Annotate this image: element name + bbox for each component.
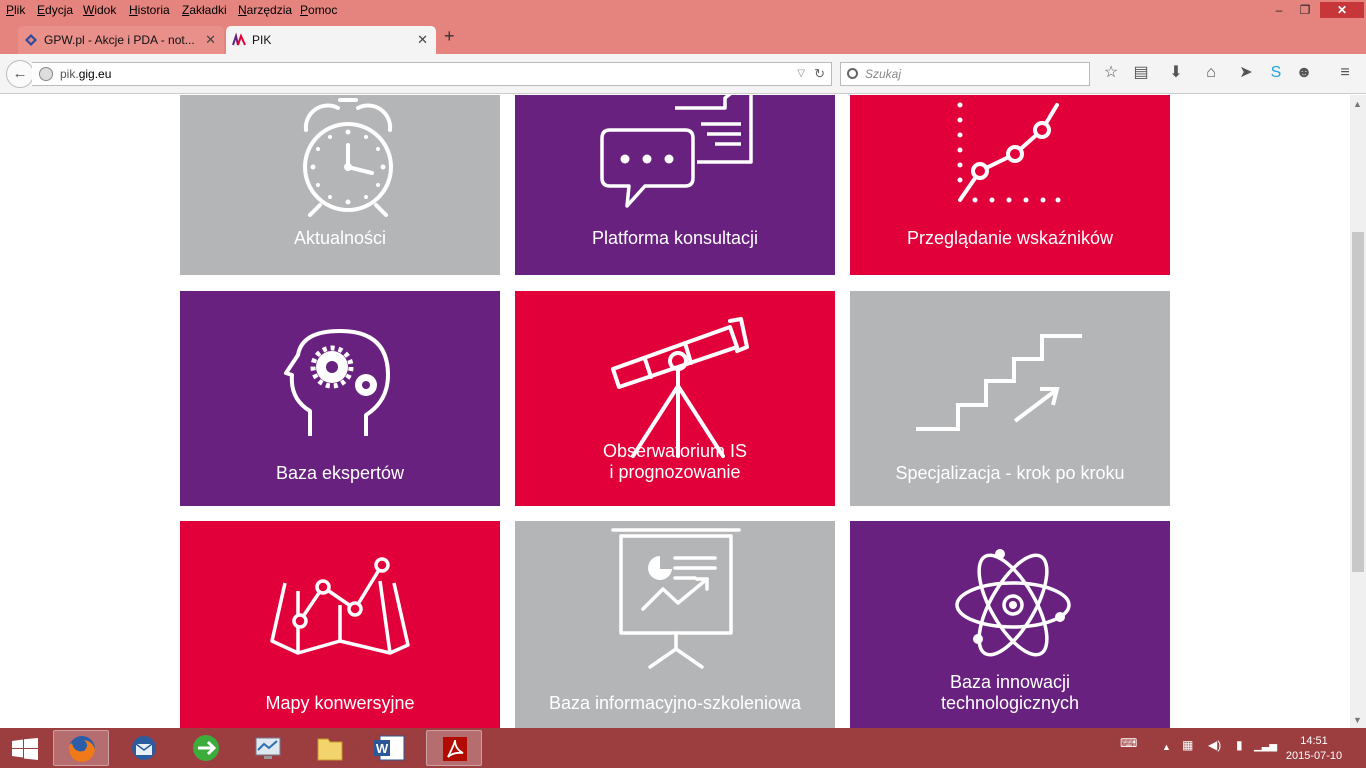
tile-baza-innowacji[interactable]: Baza innowacji technologicznych: [850, 521, 1170, 728]
tile-label: Baza ekspertów: [275, 463, 405, 483]
folder-icon: [317, 738, 343, 761]
menu-bar: Plik Edycja Widok Historia Zakładki Narz…: [0, 0, 1366, 20]
tile-label-line2: technologicznych: [940, 693, 1080, 713]
tile-label: Baza informacyjno-szkoleniowa: [548, 693, 802, 713]
back-button[interactable]: ←: [6, 60, 34, 88]
battery-icon[interactable]: ▮: [1236, 738, 1243, 752]
search-icon: [847, 68, 858, 79]
taskbar-acrobat[interactable]: [426, 730, 482, 766]
tile-label: Aktualności: [293, 228, 387, 248]
close-tab-icon[interactable]: ✕: [205, 26, 216, 54]
menu-help[interactable]: Pomoc: [300, 3, 337, 17]
tile-label: Mapy konwersyjne: [265, 693, 415, 713]
tile-baza-informacyjno-szkoleniowa[interactable]: Baza informacyjno-szkoleniowa: [515, 521, 835, 728]
bookmark-star-icon[interactable]: ☆: [1100, 62, 1122, 84]
gpw-favicon-icon: [25, 34, 37, 46]
scrollbar-thumb[interactable]: [1352, 232, 1364, 572]
tile-przegladanie-wskaznikow[interactable]: Przeglądanie wskaźników: [850, 95, 1170, 275]
download-icon[interactable]: ⬇: [1165, 62, 1187, 84]
tile-platforma-konsultacji[interactable]: Platforma konsultacji: [515, 95, 835, 275]
tab-pik[interactable]: PIK ✕: [226, 26, 436, 54]
tile-label: Platforma konsultacji: [591, 228, 759, 248]
tile-mapy-konwersyjne[interactable]: Mapy konwersyjne: [180, 521, 500, 728]
tile-label-line2: i prognozowanie: [609, 462, 741, 482]
taskbar-green-app[interactable]: [178, 730, 234, 766]
taskbar-firefox[interactable]: [53, 730, 109, 766]
taskbar-word[interactable]: W: [364, 730, 420, 766]
vertical-scrollbar[interactable]: ▲ ▼: [1350, 95, 1366, 728]
taskbar-explorer[interactable]: [302, 730, 358, 766]
menu-file[interactable]: Plik: [6, 3, 25, 17]
signal-icon[interactable]: ▁▃▅: [1254, 741, 1277, 752]
tab-title: PIK: [252, 33, 272, 47]
clock-date: 2015-07-10: [1285, 750, 1343, 762]
reload-icon[interactable]: ↻: [814, 63, 825, 85]
pik-favicon-icon: [232, 33, 246, 46]
clock-time: 14:51: [1300, 735, 1328, 747]
menu-tools[interactable]: Narzędzia: [238, 3, 292, 17]
menu-bookmarks[interactable]: Zakładki: [182, 3, 227, 17]
navigation-bar: ← pik.gig.eu ▽ ↻ Szukaj: [0, 54, 1366, 94]
back-arrow-icon: ←: [12, 65, 28, 82]
keyboard-icon[interactable]: ⌨: [1120, 736, 1137, 750]
windows-start-icon[interactable]: [12, 738, 38, 760]
network-icon[interactable]: ▦: [1182, 738, 1193, 752]
dropdown-arrow-icon[interactable]: ▽: [797, 63, 805, 85]
tile-obserwatorium[interactable]: Obserwatorium IS i prognozowanie: [515, 291, 835, 506]
green-app-icon: [193, 735, 219, 761]
tab-title: GPW.pl - Akcje i PDA - not...: [44, 33, 195, 47]
volume-icon[interactable]: ◀): [1208, 738, 1221, 752]
close-tab-icon[interactable]: ✕: [417, 26, 428, 54]
maximize-button[interactable]: ❐: [1292, 2, 1318, 18]
tile-label-line1: Obserwatorium IS: [602, 441, 748, 461]
globe-icon: [39, 67, 53, 81]
url-domain: gig.eu: [78, 67, 112, 81]
send-icon[interactable]: ➤: [1235, 62, 1257, 84]
tile-specjalizacja[interactable]: Specjalizacja - krok po kroku: [850, 291, 1170, 506]
hamburger-menu-icon[interactable]: ≡: [1334, 62, 1356, 84]
system-clock[interactable]: 14:51 2015-07-10: [1284, 734, 1344, 764]
minimize-button[interactable]: –: [1266, 2, 1292, 18]
tile-aktualnosci[interactable]: Aktualności: [180, 95, 500, 275]
acrobat-icon: [443, 737, 467, 761]
monitor-icon: [255, 737, 281, 759]
word-icon: W: [374, 735, 405, 761]
menu-edit[interactable]: Edycja: [37, 3, 73, 17]
svg-text:W: W: [376, 741, 389, 756]
reading-list-icon[interactable]: ▤: [1130, 62, 1152, 84]
firefox-icon: [68, 736, 95, 762]
tray-expand-icon[interactable]: ▲: [1162, 742, 1171, 752]
url-prefix: pik.: [60, 67, 79, 81]
menu-view[interactable]: Widok: [83, 3, 116, 17]
home-icon[interactable]: ⌂: [1200, 62, 1222, 84]
page-content: Aktualności Platforma konsultacji Przegl…: [0, 95, 1350, 728]
tab-bar: GPW.pl - Akcje i PDA - not... ✕ PIK ✕: [0, 20, 1366, 54]
close-window-button[interactable]: ✕: [1320, 2, 1364, 18]
tile-baza-ekspertow[interactable]: Baza ekspertów: [180, 291, 500, 506]
scroll-down-icon[interactable]: ▼: [1353, 715, 1362, 725]
tile-label-line1: Baza innowacji: [949, 672, 1071, 692]
taskbar-monitor-app[interactable]: [240, 730, 296, 766]
menu-history[interactable]: Historia: [129, 3, 170, 17]
tile-label: Przeglądanie wskaźników: [906, 228, 1114, 248]
scroll-up-icon[interactable]: ▲: [1353, 99, 1362, 109]
thunderbird-icon: [132, 736, 156, 760]
chat-icon[interactable]: ☻: [1293, 62, 1315, 84]
tile-label: Specjalizacja - krok po kroku: [895, 463, 1125, 483]
skype-icon[interactable]: S: [1265, 62, 1287, 84]
url-bar[interactable]: pik.gig.eu ▽ ↻: [32, 62, 832, 86]
new-tab-button[interactable]: +: [444, 26, 455, 47]
search-input[interactable]: Szukaj: [840, 62, 1090, 86]
search-placeholder: Szukaj: [865, 67, 902, 81]
taskbar-thunderbird[interactable]: [116, 730, 172, 766]
tab-gpw[interactable]: GPW.pl - Akcje i PDA - not... ✕: [18, 26, 224, 54]
